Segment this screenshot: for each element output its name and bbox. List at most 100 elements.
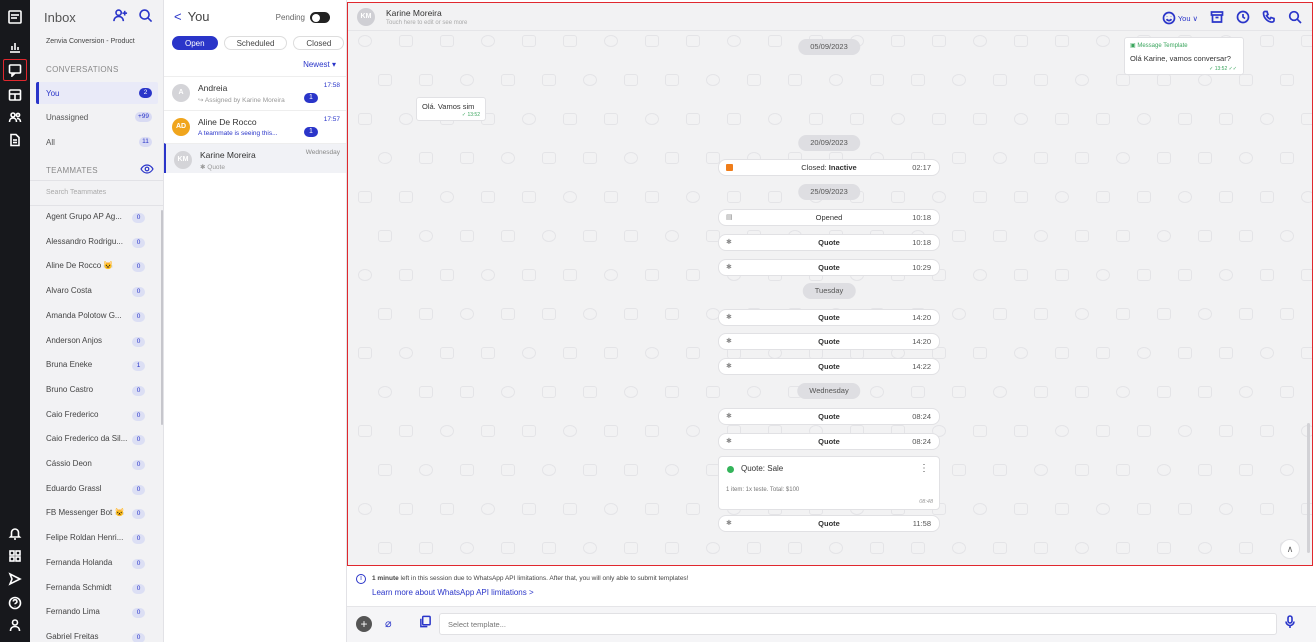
inbox-item-unassigned[interactable]: Unassigned +99 <box>36 106 158 128</box>
clock-icon[interactable] <box>1236 10 1250 26</box>
teammate-item[interactable]: Agent Grupo AP Ag... 0 <box>46 212 156 226</box>
conversation-item[interactable]: A Andreia ↪ Assigned by Karine Moreira 1… <box>164 76 346 110</box>
whatsapp-limitations-link[interactable]: Learn more about WhatsApp API limitation… <box>372 588 534 597</box>
logo-icon[interactable] <box>3 6 27 28</box>
conversations-icon[interactable] <box>3 59 27 81</box>
chat-scrollbar[interactable] <box>1307 423 1310 553</box>
event-quote[interactable]: ✱ Quote 08:24 <box>718 408 940 425</box>
archive-icon[interactable] <box>1210 10 1224 26</box>
pattern-shape <box>1096 347 1110 359</box>
back-chevron-icon[interactable]: < <box>174 9 182 24</box>
template-select-input[interactable] <box>440 614 1276 634</box>
teammate-count-badge: 0 <box>132 583 145 594</box>
scroll-to-bottom-button[interactable]: ∧ <box>1280 539 1300 559</box>
search-teammates-input[interactable]: Search Teammates <box>46 189 106 196</box>
profile-icon[interactable] <box>3 614 27 636</box>
date-separator: 20/09/2023 <box>798 135 860 151</box>
teammate-item[interactable]: Aline De Rocco 😺 0 <box>46 261 156 275</box>
teammate-item[interactable]: Cássio Deon 0 <box>46 459 156 473</box>
dashboard-icon[interactable] <box>3 84 27 106</box>
pattern-shape <box>686 113 700 125</box>
teammate-item[interactable]: FB Messenger Bot 😺 0 <box>46 508 156 522</box>
event-quote[interactable]: ✱ Quote 14:22 <box>718 358 940 375</box>
inbox-item-you[interactable]: You 2 <box>36 82 158 104</box>
add-button[interactable]: + <box>356 616 372 632</box>
event-opened[interactable]: ▤ Opened 10:18 <box>718 209 940 226</box>
microphone-icon[interactable] <box>1284 615 1296 631</box>
pattern-shape <box>542 542 556 554</box>
contact-avatar[interactable]: KM <box>357 8 375 26</box>
teammate-item[interactable]: Alvaro Costa 0 <box>46 286 156 300</box>
documents-icon[interactable] <box>3 129 27 151</box>
teammate-item[interactable]: Eduardo Grassl 0 <box>46 484 156 498</box>
teammate-item[interactable]: Bruna Eneke 1 <box>46 360 156 374</box>
teammate-item[interactable]: Fernanda Schmidt 0 <box>46 583 156 597</box>
quote-card[interactable]: Quote: Sale ⋮ 1 item: 1x teste. Total: $… <box>718 456 940 510</box>
event-quote[interactable]: ✱ Quote 08:24 <box>718 433 940 450</box>
add-user-icon[interactable] <box>113 8 128 25</box>
template-select-field[interactable] <box>439 613 1277 635</box>
pattern-shape <box>1280 464 1294 476</box>
teammate-name: Agent Grupo AP Ag... <box>46 212 122 221</box>
sale-status-icon <box>727 466 734 473</box>
event-quote[interactable]: ✱ Quote 14:20 <box>718 309 940 326</box>
pattern-shape <box>686 269 700 281</box>
pattern-shape <box>768 113 782 125</box>
teammate-name: Alessandro Rodrigu... <box>46 236 123 246</box>
pattern-shape <box>624 152 638 164</box>
teammate-item[interactable]: Caio Frederico da Sil... 0 <box>46 434 156 448</box>
event-quote[interactable]: ✱ Quote 10:29 <box>718 259 940 276</box>
pattern-shape <box>1096 503 1110 515</box>
pattern-shape <box>1055 425 1069 437</box>
bell-icon[interactable] <box>3 522 27 544</box>
contacts-icon[interactable] <box>3 106 27 128</box>
send-icon[interactable] <box>3 568 27 590</box>
teammate-item[interactable]: Anderson Anjos 0 <box>46 336 156 350</box>
pattern-shape <box>1034 308 1048 320</box>
apps-icon[interactable] <box>3 545 27 567</box>
help-icon[interactable] <box>3 592 27 614</box>
sort-dropdown[interactable]: Newest ▾ <box>303 60 336 69</box>
teammate-item[interactable]: Caio Frederico 0 <box>46 410 156 424</box>
pattern-shape <box>1178 503 1192 515</box>
pattern-shape <box>624 386 638 398</box>
inbox-item-all[interactable]: All 11 <box>36 131 158 153</box>
template-icon[interactable] <box>419 615 432 630</box>
contact-name[interactable]: Karine Moreira <box>386 8 442 18</box>
sidebar-scrollbar[interactable] <box>161 210 163 425</box>
teammate-item[interactable]: Fernando Lima 0 <box>46 607 156 621</box>
attachment-icon[interactable]: ⌀ <box>385 617 392 630</box>
teammate-item[interactable]: Bruno Castro 0 <box>46 385 156 399</box>
eye-icon[interactable] <box>140 164 154 174</box>
more-options-icon[interactable]: ⋮ <box>919 463 929 474</box>
assignee-dropdown[interactable]: You ∨ <box>1162 11 1198 25</box>
pattern-shape <box>932 191 946 203</box>
toggle-switch[interactable] <box>310 12 330 23</box>
chat-header[interactable]: KM Karine Moreira Touch here to edit or … <box>348 3 1312 31</box>
pattern-shape <box>665 386 679 398</box>
conversation-item-selected[interactable]: KM Karine Moreira ✱ Quote Wednesday <box>164 143 346 173</box>
pending-toggle[interactable]: Pending <box>276 12 330 23</box>
event-quote[interactable]: ✱ Quote 10:18 <box>718 234 940 251</box>
event-closed[interactable]: Closed: Inactive 02:17 <box>718 159 940 176</box>
event-quote[interactable]: ✱ Quote 11:58 <box>718 515 940 532</box>
search-icon[interactable] <box>138 8 153 25</box>
pattern-shape <box>645 113 659 125</box>
pattern-shape <box>973 191 987 203</box>
tab-open[interactable]: Open <box>172 36 218 50</box>
tab-scheduled[interactable]: Scheduled <box>223 36 288 50</box>
pattern-shape <box>952 230 966 242</box>
conversation-item[interactable]: AD Aline De Rocco A teammate is seeing t… <box>164 110 346 144</box>
teammate-item[interactable]: Alessandro Rodrigu... 0 <box>46 237 156 251</box>
teammate-item[interactable]: Gabriel Freitas 0 <box>46 632 156 642</box>
reports-icon[interactable] <box>3 36 27 58</box>
inbox-title: Inbox <box>44 10 76 25</box>
teammate-item[interactable]: Amanda Polotow G... 0 <box>46 311 156 325</box>
event-quote[interactable]: ✱ Quote 14:20 <box>718 333 940 350</box>
search-icon[interactable] <box>1288 10 1302 26</box>
teammate-item[interactable]: Felipe Roldan Henri... 0 <box>46 533 156 547</box>
teammate-item[interactable]: Fernanda Holanda 0 <box>46 558 156 572</box>
phone-icon[interactable] <box>1262 10 1276 26</box>
tab-closed[interactable]: Closed <box>293 36 345 50</box>
pattern-shape <box>522 269 536 281</box>
